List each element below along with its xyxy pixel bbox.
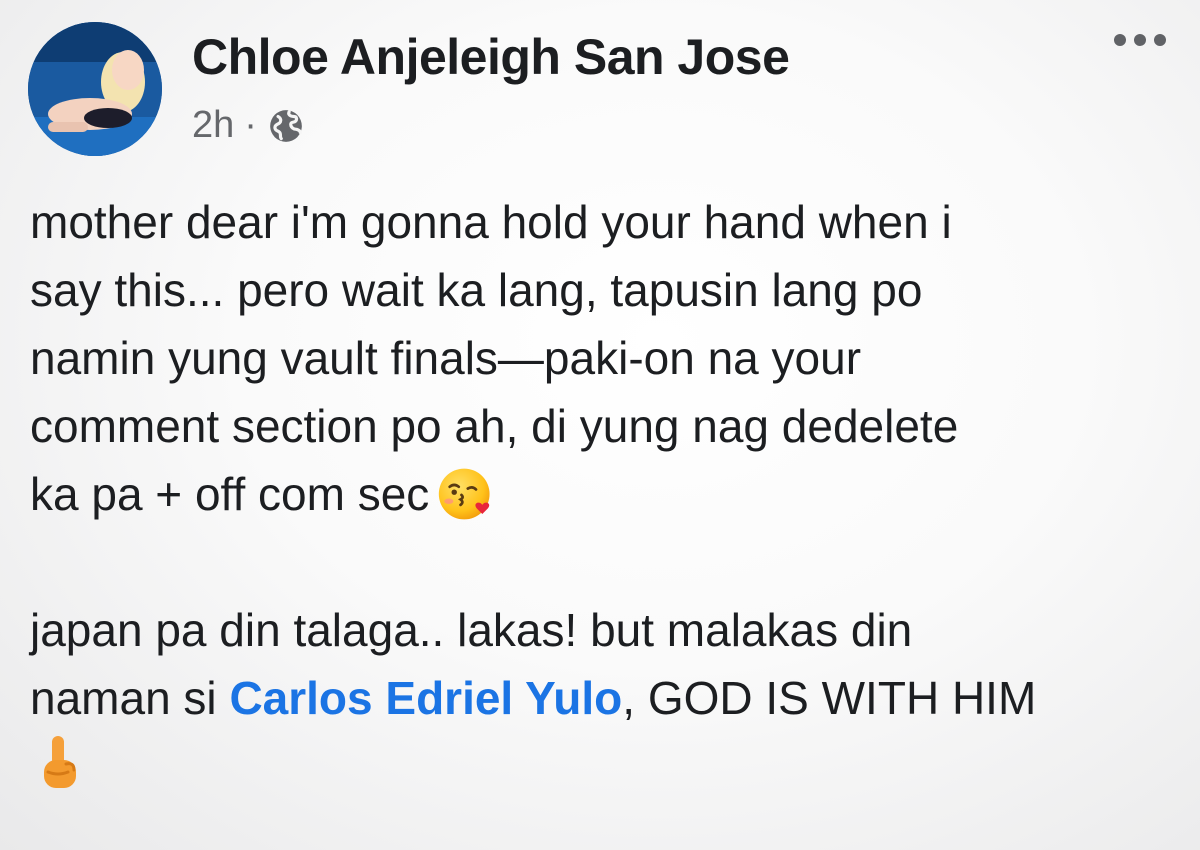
face-blowing-kiss-emoji [439,468,490,520]
post-text-line: ka pa + off com sec [30,468,430,520]
globe-icon[interactable] [267,107,305,145]
post-text-fragment: , GOD IS WITH HIM [622,672,1037,724]
more-dot [1114,34,1126,46]
mention-link[interactable]: Carlos Edriel Yulo [229,672,622,724]
post-text-line: comment section po ah, di yung nag dedel… [30,400,959,452]
more-dot [1154,34,1166,46]
author-name[interactable]: Chloe Anjeleigh San Jose [192,28,790,86]
facebook-post: Chloe Anjeleigh San Jose 2h · mother dea… [0,0,1200,850]
avatar-photo [28,22,162,156]
post-text-line-with-emoji: ka pa + off com sec [30,460,1180,528]
post-text-line: japan pa din talaga.. lakas! but malakas… [30,604,913,656]
more-options-icon[interactable] [1110,30,1170,50]
avatar[interactable] [28,22,162,156]
post-text-line: namin yung vault finals—paki-on na your [30,332,862,384]
post-text-line: mother dear i'm gonna hold your hand whe… [30,196,952,248]
post-meta: 2h · [192,104,305,147]
more-dot [1134,34,1146,46]
index-pointing-up-emoji [44,736,76,788]
post-text-line-emoji [30,732,1180,812]
post-text-fragment: naman si [30,672,230,724]
post-time[interactable]: 2h [192,104,234,147]
post-text-line-with-mention: naman si Carlos Edriel Yulo, GOD IS WITH… [30,664,1180,732]
post-text: mother dear i'm gonna hold your hand whe… [30,188,1180,812]
post-text-line: say this... pero wait ka lang, tapusin l… [30,264,923,316]
meta-separator: · [244,104,257,146]
